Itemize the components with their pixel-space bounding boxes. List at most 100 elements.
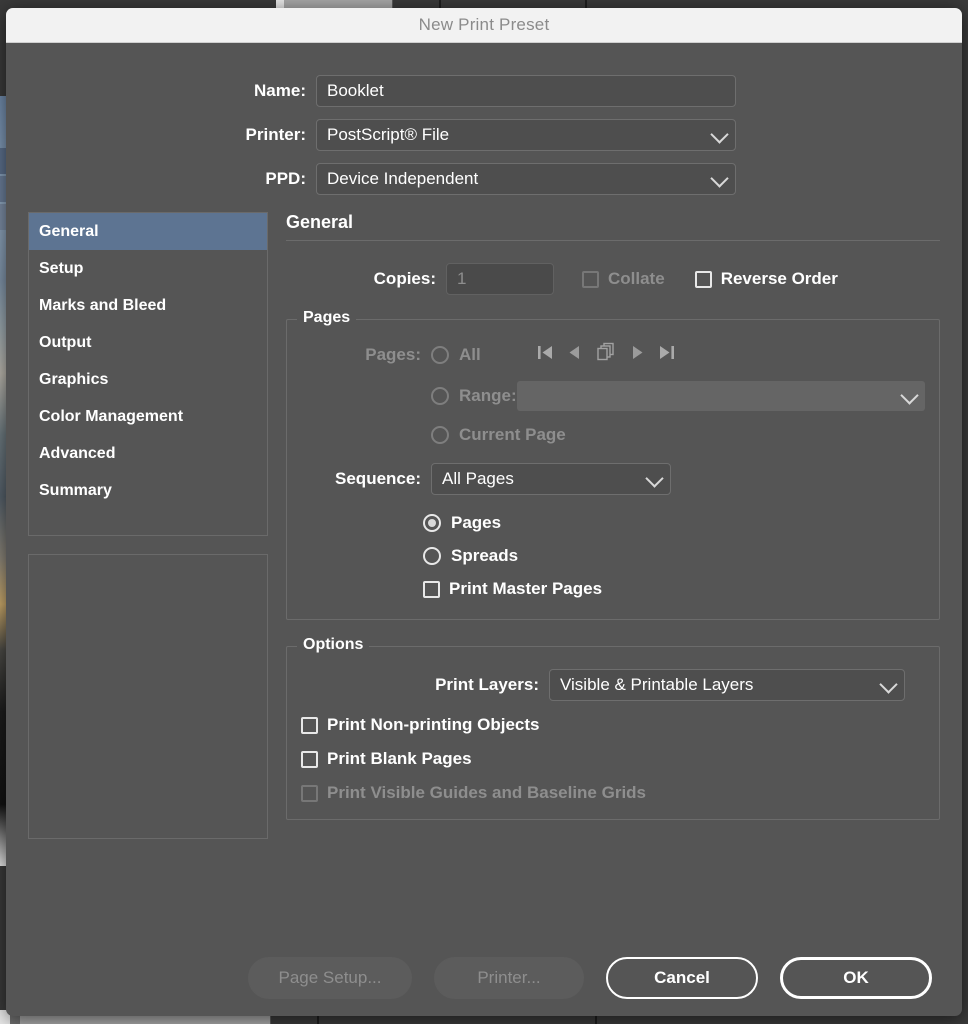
reverse-order-label: Reverse Order — [720, 269, 838, 288]
last-page-icon[interactable] — [658, 345, 675, 365]
sidebar-item-general[interactable]: General — [29, 213, 267, 250]
sequence-select[interactable]: All Pages — [431, 463, 671, 495]
ppd-select[interactable]: Device Independent — [316, 163, 736, 195]
sidebar-item-summary[interactable]: Summary — [29, 472, 267, 509]
reverse-order-checkbox-row[interactable]: Reverse Order — [694, 269, 838, 289]
print-layers-select[interactable]: Visible & Printable Layers — [549, 669, 905, 701]
collate-checkbox-row[interactable]: Collate — [582, 269, 665, 289]
sidebar-item-output[interactable]: Output — [29, 324, 267, 361]
page-navigation-icons — [537, 342, 675, 367]
print-layers-row: Print Layers: Visible & Printable Layers — [301, 669, 925, 701]
print-guides-checkbox — [301, 784, 318, 802]
sequence-label: Sequence: — [335, 469, 421, 488]
chevron-down-icon — [710, 169, 729, 188]
printer-button-label: Printer... — [477, 968, 541, 987]
first-page-icon[interactable] — [537, 345, 554, 365]
sidebar-item-setup[interactable]: Setup — [29, 250, 267, 287]
printer-button: Printer... — [434, 957, 584, 999]
sequence-row: Sequence: All Pages — [301, 463, 925, 495]
pages-range-label: Range: — [459, 386, 517, 405]
print-master-pages-checkbox[interactable] — [423, 580, 440, 598]
print-master-pages-label: Print Master Pages — [449, 579, 603, 598]
collate-label: Collate — [608, 269, 665, 288]
dialog-content: General Setup Marks and Bleed Output Gra… — [6, 194, 962, 846]
ok-button-label: OK — [843, 968, 869, 987]
cancel-button[interactable]: Cancel — [606, 957, 758, 999]
pages-radio-row[interactable]: Pages — [423, 513, 925, 533]
name-input-value: Booklet — [327, 81, 384, 100]
pages-radio-label: Pages — [451, 513, 502, 532]
pages-stack-icon[interactable] — [595, 342, 617, 367]
print-non-printing-checkbox[interactable] — [301, 716, 318, 734]
collate-checkbox[interactable] — [582, 270, 599, 288]
pages-range-radio[interactable] — [431, 387, 449, 405]
print-non-printing-label: Print Non-printing Objects — [327, 715, 540, 734]
dialog-titlebar: New Print Preset — [6, 8, 962, 43]
chevron-down-icon — [645, 469, 664, 488]
spreads-radio-row[interactable]: Spreads — [423, 546, 925, 566]
pages-label: Pages: — [365, 344, 421, 364]
previous-page-icon[interactable] — [568, 345, 581, 365]
pages-group-legend: Pages — [297, 309, 357, 327]
pages-group: Pages Pages: All Range: Current Page Seq… — [286, 309, 940, 620]
new-print-preset-dialog: New Print Preset Name: Booklet Printer: … — [6, 8, 962, 1016]
sidebar-item-label: Summary — [39, 482, 112, 499]
ok-button[interactable]: OK — [780, 957, 932, 999]
dialog-title: New Print Preset — [418, 15, 550, 34]
sidebar: General Setup Marks and Bleed Output Gra… — [28, 212, 268, 536]
page-setup-button: Page Setup... — [248, 957, 412, 999]
sidebar-item-color-management[interactable]: Color Management — [29, 398, 267, 435]
pages-all-row: Pages: All — [301, 342, 925, 367]
printer-label: Printer: — [245, 125, 306, 144]
sidebar-item-marks-and-bleed[interactable]: Marks and Bleed — [29, 287, 267, 324]
sidebar-item-label: Marks and Bleed — [39, 297, 167, 314]
dialog-body: Name: Booklet Printer: PostScript® File … — [6, 43, 962, 1016]
print-non-printing-row[interactable]: Print Non-printing Objects — [301, 715, 925, 735]
sidebar-item-label: General — [39, 223, 99, 240]
pane-heading: General — [286, 212, 940, 241]
chevron-down-icon — [900, 386, 919, 405]
print-layers-select-value: Visible & Printable Layers — [560, 675, 754, 694]
printer-select-value: PostScript® File — [327, 125, 450, 144]
next-page-icon[interactable] — [631, 345, 644, 365]
print-layers-label: Print Layers: — [435, 675, 539, 694]
ppd-select-value: Device Independent — [327, 169, 479, 188]
pages-all-radio[interactable] — [431, 345, 449, 364]
pages-radio[interactable] — [423, 514, 441, 532]
sidebar-wrap: General Setup Marks and Bleed Output Gra… — [28, 212, 268, 846]
sidebar-item-advanced[interactable]: Advanced — [29, 435, 267, 472]
sequence-select-value: All Pages — [442, 469, 514, 488]
name-label: Name: — [254, 81, 306, 100]
cancel-button-label: Cancel — [654, 968, 710, 987]
page-setup-button-label: Page Setup... — [278, 968, 382, 987]
name-input[interactable]: Booklet — [316, 75, 736, 107]
print-blank-pages-checkbox[interactable] — [301, 750, 318, 768]
printer-select[interactable]: PostScript® File — [316, 119, 736, 151]
print-blank-pages-row[interactable]: Print Blank Pages — [301, 749, 925, 769]
name-row: Name: Booklet — [6, 75, 962, 107]
options-group-legend: Options — [297, 636, 370, 654]
print-guides-row: Print Visible Guides and Baseline Grids — [301, 783, 925, 803]
pages-range-row: Range: — [301, 381, 925, 411]
copies-input[interactable]: 1 — [446, 263, 554, 295]
print-master-pages-row[interactable]: Print Master Pages — [423, 579, 925, 599]
spreads-radio[interactable] — [423, 547, 441, 565]
dialog-footer: Page Setup... Printer... Cancel OK — [6, 957, 962, 999]
print-blank-pages-label: Print Blank Pages — [327, 749, 472, 768]
current-page-radio[interactable] — [431, 426, 449, 444]
current-page-label: Current Page — [459, 425, 566, 444]
chevron-down-icon — [879, 675, 898, 694]
preset-description-panel — [28, 554, 268, 839]
spreads-radio-label: Spreads — [451, 546, 519, 565]
range-select-value — [517, 381, 925, 386]
reverse-order-checkbox[interactable] — [694, 270, 712, 288]
sidebar-item-label: Color Management — [39, 408, 184, 425]
print-guides-label: Print Visible Guides and Baseline Grids — [327, 783, 647, 802]
sidebar-item-label: Output — [39, 334, 92, 351]
settings-pane: General Copies: 1 Collate Reverse Order — [268, 212, 962, 846]
range-select[interactable] — [516, 381, 925, 411]
copies-input-value: 1 — [457, 269, 467, 288]
pages-all-label: All — [459, 344, 481, 364]
sidebar-item-graphics[interactable]: Graphics — [29, 361, 267, 398]
chevron-down-icon — [710, 125, 729, 144]
